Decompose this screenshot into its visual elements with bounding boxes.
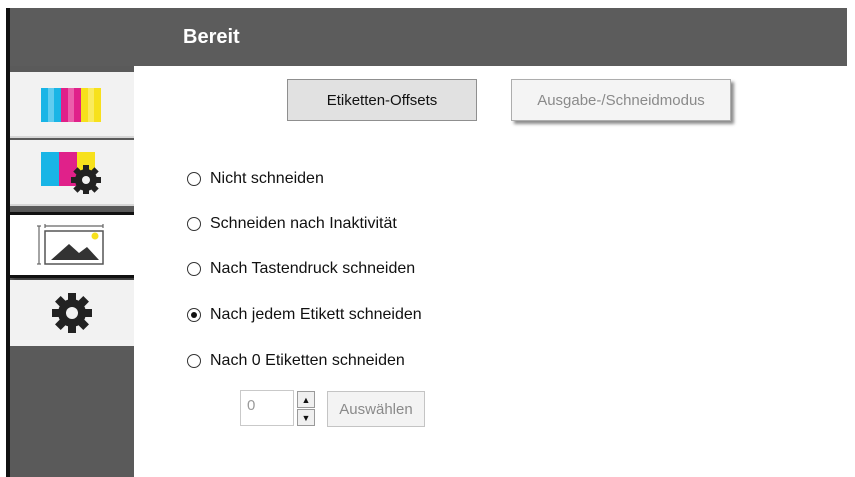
label-count-input[interactable]: 0: [240, 390, 294, 426]
radio-cut-after-inactivity[interactable]: Schneiden nach Inaktivität: [187, 215, 397, 233]
tab-label-layout[interactable]: [10, 212, 138, 278]
header-bar: Bereit: [6, 8, 847, 66]
radio-label: Nach jedem Etikett schneiden: [210, 306, 422, 323]
radio-cut-every-label[interactable]: Nach jedem Etikett schneiden: [187, 306, 422, 324]
chevron-up-icon: ▲: [301, 394, 311, 405]
radio-cut-after-n-labels[interactable]: Nach 0 Etiketten schneiden: [187, 352, 405, 370]
radio-no-cut[interactable]: Nicht schneiden: [187, 170, 324, 188]
radio-label: Schneiden nach Inaktivität: [210, 215, 397, 232]
gear-icon: [52, 293, 92, 333]
tab-ink-colors[interactable]: [10, 72, 134, 138]
status-title: Bereit: [183, 26, 240, 48]
output-cut-mode-button[interactable]: Ausgabe-/Schneidmodus: [511, 79, 731, 121]
radio-label: Nicht schneiden: [210, 170, 324, 187]
label-offsets-button[interactable]: Etiketten-Offsets: [287, 79, 477, 121]
radio-label: Nach Tastendruck schneiden: [210, 260, 416, 277]
increment-button[interactable]: ▲: [297, 391, 315, 408]
decrement-button[interactable]: ▼: [297, 409, 315, 426]
app-window: Bereit Etiketten-Offsets Ausgabe-/Schnei…: [0, 0, 855, 477]
tab-ink-settings[interactable]: [10, 140, 134, 206]
tab-settings[interactable]: [10, 280, 134, 346]
ink-colors-icon: [41, 88, 101, 122]
radio-circle[interactable]: [187, 172, 201, 186]
select-button[interactable]: Auswählen: [327, 391, 425, 427]
radio-circle[interactable]: [187, 217, 201, 231]
chevron-down-icon: ▼: [301, 412, 311, 423]
label-image-icon: [36, 224, 104, 265]
radio-circle[interactable]: [187, 354, 201, 368]
radio-label: Nach 0 Etiketten schneiden: [210, 352, 405, 369]
radio-cut-on-keypress[interactable]: Nach Tastendruck schneiden: [187, 260, 415, 278]
radio-circle-selected[interactable]: [187, 308, 201, 322]
radio-circle[interactable]: [187, 262, 201, 276]
ink-settings-icon: [41, 152, 101, 194]
